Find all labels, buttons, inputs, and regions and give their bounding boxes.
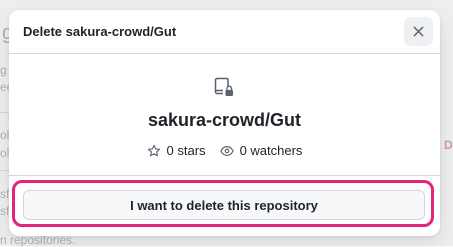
footer-divider	[9, 175, 440, 176]
eye-icon	[219, 145, 234, 156]
stars-stat: 0 stars	[147, 143, 206, 158]
repo-locked-icon	[214, 77, 233, 96]
delete-repository-dialog: Delete sakura-crowd/Gut sakura-crowd/Gut…	[9, 10, 440, 236]
close-icon	[413, 26, 424, 37]
repository-stats: 0 stars 0 watchers	[9, 143, 440, 158]
dialog-header: Delete sakura-crowd/Gut	[9, 10, 440, 54]
close-button[interactable]	[404, 17, 433, 46]
watchers-count: 0 watchers	[239, 143, 303, 158]
dialog-title: Delete sakura-crowd/Gut	[23, 24, 177, 39]
watchers-stat: 0 watchers	[219, 143, 303, 158]
stars-count: 0 stars	[166, 143, 206, 158]
confirm-delete-button[interactable]: I want to delete this repository	[23, 190, 425, 220]
star-icon	[147, 144, 160, 156]
repository-name: sakura-crowd/Gut	[147, 110, 302, 130]
